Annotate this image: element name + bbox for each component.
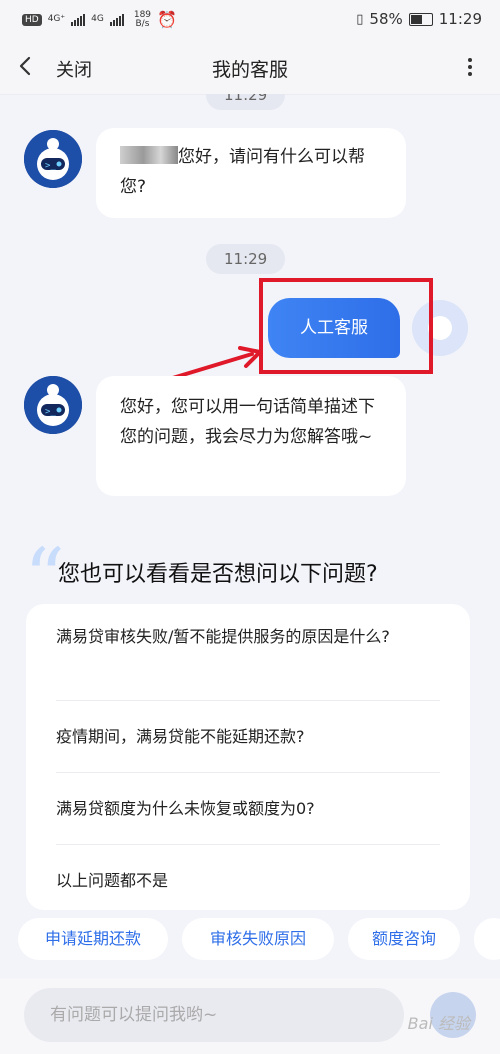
message-input[interactable]: 有问题可以提问我哟~: [24, 988, 404, 1042]
speed-unit: B/s: [135, 18, 150, 29]
net-speed: 189 B/s: [134, 10, 151, 29]
quick-reply-more[interactable]: [474, 918, 500, 960]
divider: [56, 844, 440, 845]
suggest-question-3[interactable]: 满易贷额度为什么未恢复或额度为0?: [56, 794, 315, 823]
robot-icon-2: >_: [24, 376, 82, 434]
suggest-card: 满易贷审核失败/暂不能提供服务的原因是什么? 疫情期间，满易贷能不能延期还款? …: [26, 604, 470, 910]
status-right: ▯ 58% 11:29: [356, 10, 482, 28]
svg-text:>_: >_: [45, 407, 56, 417]
status-bar: HD 4G⁺ 4G 189 B/s ⏰ ▯ 58% 11:29: [0, 0, 500, 40]
signal-icon-2: [109, 13, 124, 26]
bot-reply-bubble: 您好，您可以用一句话简单描述下您的问题，我会尽力为您解答哦~: [96, 376, 406, 496]
battery-icon: [408, 12, 433, 26]
divider: [56, 772, 440, 773]
hd-badge: HD: [22, 13, 42, 26]
network-4g-plus: 4G⁺: [47, 14, 66, 24]
suggest-question-2[interactable]: 疫情期间，满易贷能不能延期还款?: [56, 722, 305, 751]
suggest-title: 您也可以看看是否想问以下问题?: [58, 562, 378, 587]
status-left: HD 4G⁺ 4G 189 B/s ⏰: [22, 10, 177, 29]
quick-reply-limit[interactable]: 额度咨询: [348, 918, 460, 960]
vibrate-icon: ▯: [356, 11, 364, 27]
nav-overlay: 关闭 我的客服: [0, 40, 500, 94]
more-icon[interactable]: [468, 58, 472, 76]
watermark: Bai 经验: [407, 1014, 470, 1033]
bot-avatar-2: >_: [24, 376, 82, 434]
svg-text:>_: >_: [45, 161, 56, 171]
battery-percent: 58%: [369, 10, 403, 28]
quick-reply-extend[interactable]: 申请延期还款: [18, 918, 168, 960]
signal-icon: [71, 13, 86, 26]
alarm-icon: ⏰: [157, 10, 177, 29]
highlight-box: [259, 278, 433, 374]
nav-title: 我的客服: [211, 59, 288, 81]
robot-icon: >_: [24, 130, 82, 188]
bot-greeting-bubble: 您好，请问有什么可以帮您?: [96, 128, 406, 218]
timestamp-2: 11:29: [206, 244, 286, 274]
suggest-question-1[interactable]: 满易贷审核失败/暂不能提供服务的原因是什么?: [56, 622, 446, 651]
redacted-username: [120, 146, 178, 164]
quick-reply-audit-fail[interactable]: 审核失败原因: [182, 918, 334, 960]
suggest-question-4[interactable]: 以上问题都不是: [56, 866, 168, 895]
clock: 11:29: [438, 10, 482, 28]
divider: [56, 700, 440, 701]
bot-avatar: >_: [24, 130, 82, 188]
network-4g: 4G: [91, 14, 104, 24]
